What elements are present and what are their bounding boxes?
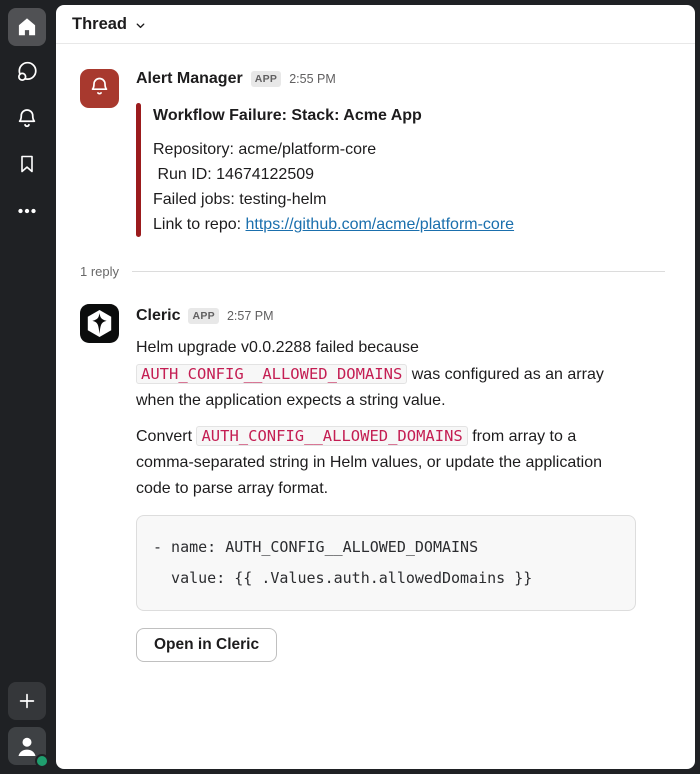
reply-count-label: 1 reply	[80, 264, 119, 279]
thread-content: Alert Manager APP 2:55 PM Workflow Failu…	[56, 44, 695, 662]
app-badge: APP	[188, 308, 219, 324]
sidebar-item-later[interactable]	[8, 145, 46, 183]
attachment-line-repository: Repository: acme/platform-core	[153, 137, 636, 162]
sidebar-rail	[0, 0, 56, 774]
bookmark-icon	[15, 152, 39, 176]
root-message-body: Alert Manager APP 2:55 PM Workflow Failu…	[136, 69, 636, 237]
sender-name: Alert Manager	[136, 70, 243, 88]
chevron-down-icon	[134, 19, 147, 32]
reply-message-body: Cleric APP 2:57 PM Helm upgrade v0.0.228…	[136, 306, 636, 662]
link-prefix: Link to repo:	[153, 216, 246, 233]
plus-icon	[16, 690, 38, 712]
alert-manager-avatar	[80, 69, 119, 108]
code-line: value: {{ .Values.auth.allowedDomains }}	[153, 563, 619, 594]
open-in-cleric-button[interactable]: Open in Cleric	[136, 628, 277, 662]
sidebar-item-home[interactable]	[8, 8, 46, 46]
alert-attachment: Workflow Failure: Stack: Acme App Reposi…	[136, 103, 636, 237]
code-line: - name: AUTH_CONFIG__ALLOWED_DOMAINS	[153, 532, 619, 563]
sender-name: Cleric	[136, 307, 180, 325]
page-title: Thread	[72, 15, 127, 34]
ellipsis-icon	[14, 198, 40, 224]
attachment-color-bar	[136, 103, 141, 237]
reply-paragraph-1: Helm upgrade v0.0.2288 failed because AU…	[136, 335, 636, 414]
message-timestamp[interactable]: 2:57 PM	[227, 309, 274, 323]
attachment-line-run-id: Run ID: 14674122509	[153, 162, 636, 187]
reply-message: Cleric APP 2:57 PM Helm upgrade v0.0.228…	[80, 306, 665, 662]
thread-panel: Thread Alert Manager APP	[56, 5, 695, 769]
repo-link[interactable]: https://github.com/acme/platform-core	[246, 216, 515, 233]
home-icon	[15, 15, 39, 39]
reply-divider: 1 reply	[80, 264, 665, 279]
message-timestamp[interactable]: 2:55 PM	[289, 72, 336, 86]
divider-line	[132, 271, 665, 272]
dms-icon	[14, 59, 40, 85]
thread-header[interactable]: Thread	[56, 5, 695, 44]
sender-row: Cleric APP 2:57 PM	[136, 306, 636, 326]
app-badge: APP	[251, 71, 282, 87]
sender-row: Alert Manager APP 2:55 PM	[136, 69, 636, 89]
inline-code-chip: AUTH_CONFIG__ALLOWED_DOMAINS	[136, 364, 407, 384]
sidebar-item-dms[interactable]	[8, 53, 46, 91]
user-avatar-button[interactable]	[8, 727, 46, 765]
paragraph-text: Helm upgrade v0.0.2288 failed because	[136, 339, 419, 356]
inline-code-chip: AUTH_CONFIG__ALLOWED_DOMAINS	[196, 426, 467, 446]
alert-bell-icon	[86, 73, 113, 105]
bell-icon	[14, 105, 40, 131]
attachment-title: Workflow Failure: Stack: Acme App	[153, 103, 636, 128]
cleric-avatar	[80, 306, 119, 345]
attachment-line-failed-jobs: Failed jobs: testing-helm	[153, 187, 636, 212]
code-block: - name: AUTH_CONFIG__ALLOWED_DOMAINS val…	[136, 515, 636, 611]
presence-indicator	[35, 754, 49, 768]
reply-paragraph-2: Convert AUTH_CONFIG__ALLOWED_DOMAINS fro…	[136, 423, 636, 502]
create-new-button[interactable]	[8, 682, 46, 720]
sidebar-item-more[interactable]	[8, 192, 46, 230]
attachment-line-link: Link to repo: https://github.com/acme/pl…	[153, 212, 636, 237]
root-message: Alert Manager APP 2:55 PM Workflow Failu…	[80, 69, 665, 237]
sidebar-item-activity[interactable]	[8, 99, 46, 137]
paragraph-text: Convert	[136, 428, 196, 445]
cleric-logo-icon	[80, 304, 119, 348]
